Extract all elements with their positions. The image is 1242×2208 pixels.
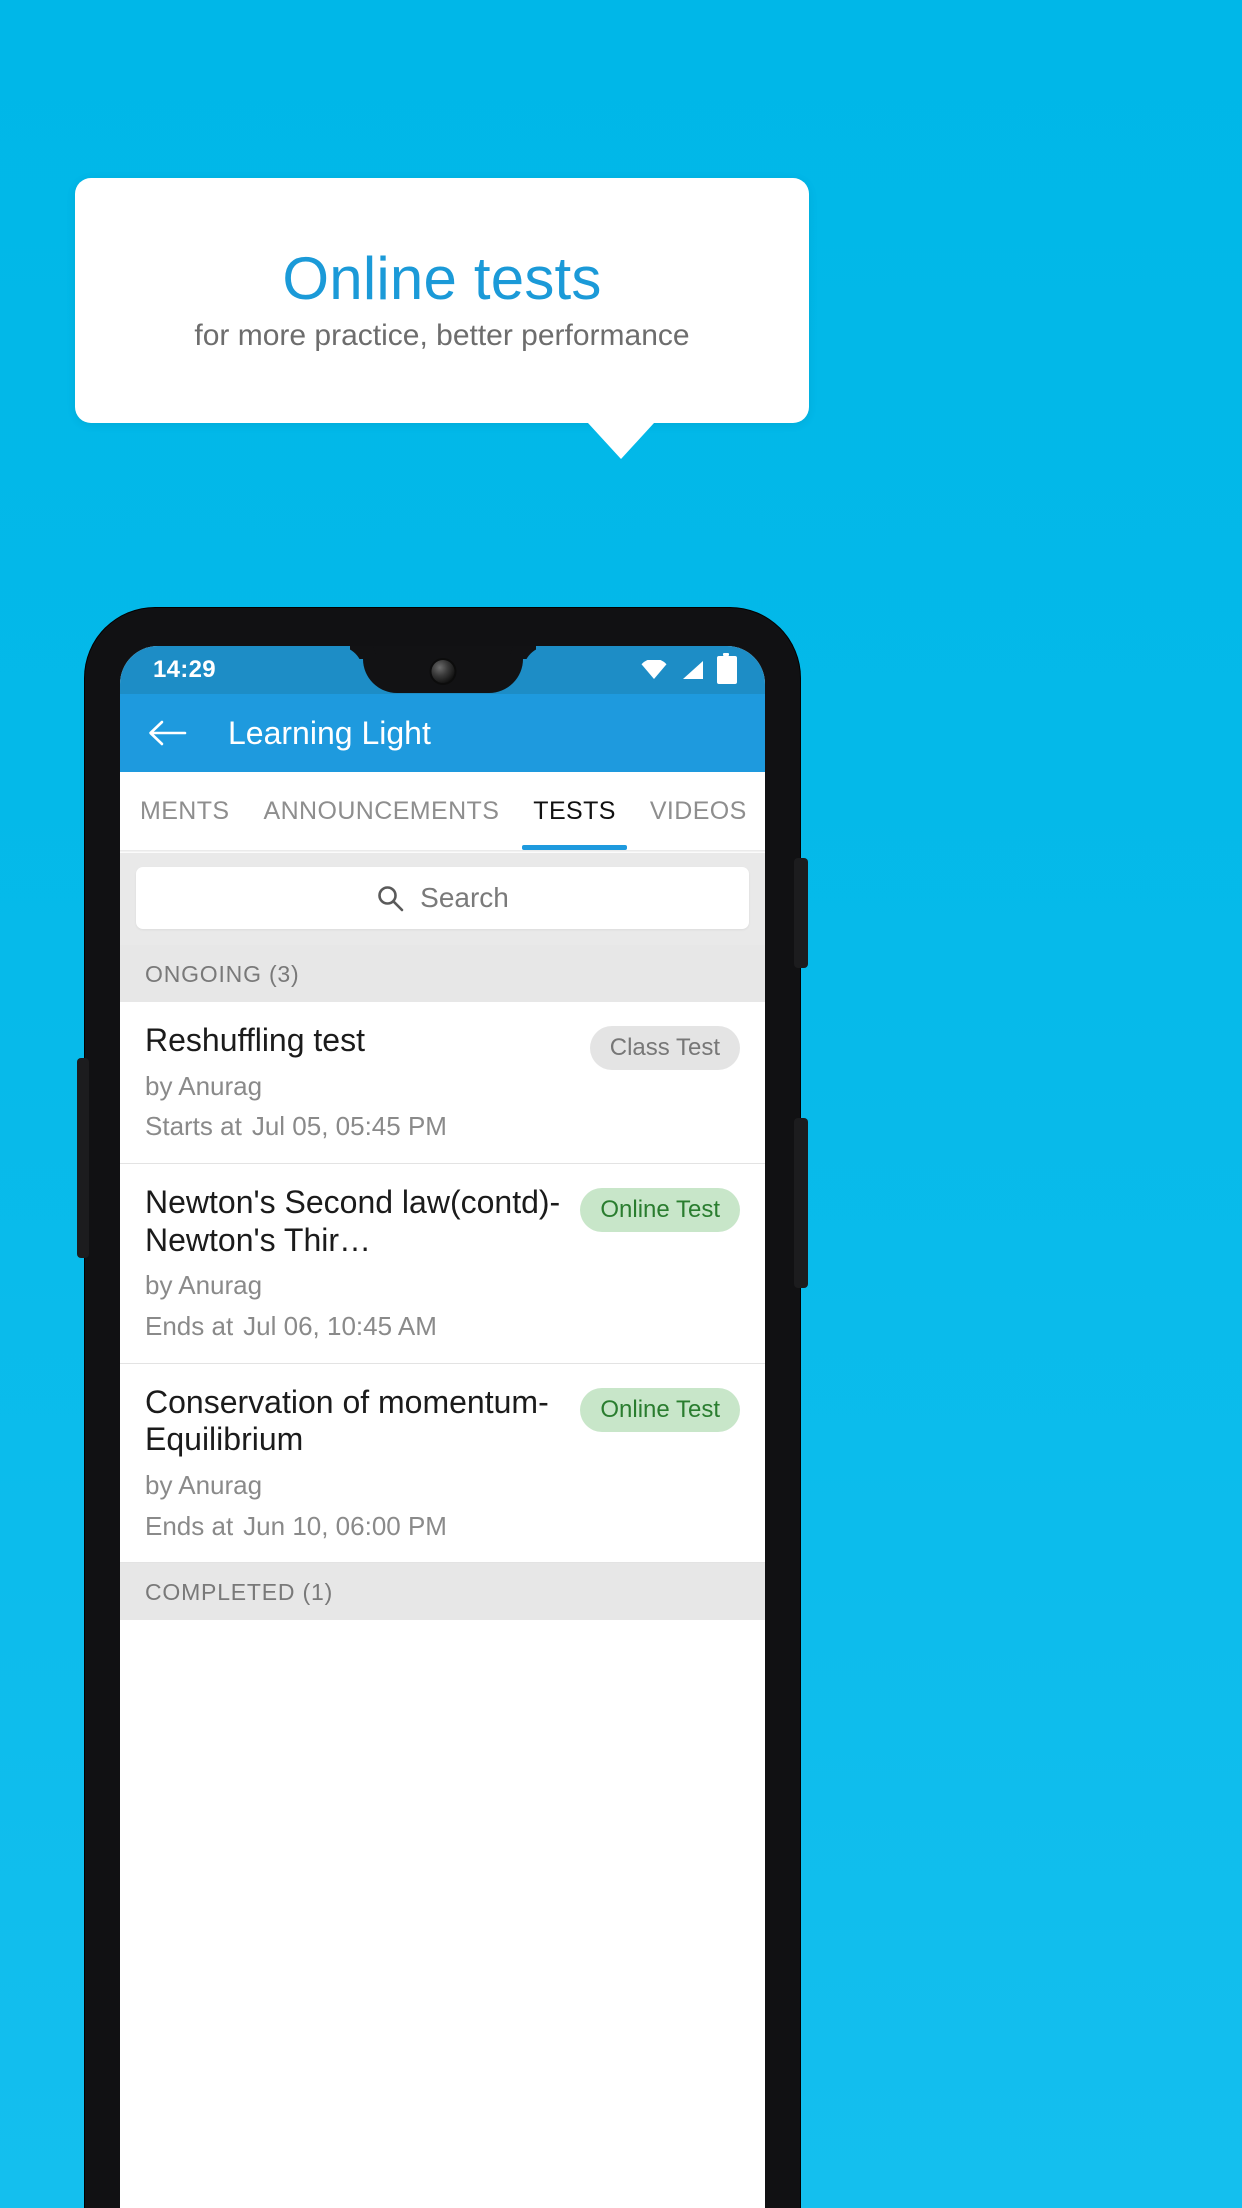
promo-callout-card: Online tests for more practice, better p…	[75, 178, 809, 423]
phone-side-button-left	[77, 1058, 89, 1258]
phone-power-button	[794, 858, 808, 968]
tab-tests[interactable]: TESTS	[516, 772, 633, 850]
phone-volume-button	[794, 1118, 808, 1288]
test-author: by Anurag	[145, 1070, 263, 1101]
test-time-value: Jun 10, 06:00 PM	[243, 1510, 447, 1541]
status-clock: 14:29	[153, 656, 216, 683]
status-badge: Online Test	[580, 1387, 740, 1432]
test-item-main: Newton's Second law(contd)-Newton's Thir…	[145, 1184, 580, 1341]
test-list-item[interactable]: Reshuffling test by Anurag Starts at Jul …	[120, 1002, 765, 1164]
section-header-ongoing: ONGOING (3)	[120, 945, 765, 1002]
test-time: Ends at Jun 10, 06:00 PM	[145, 1510, 566, 1541]
promo-subtitle: for more practice, better performance	[194, 319, 690, 352]
status-badge: Class Test	[589, 1026, 740, 1070]
phone-mockup: 14:29 Learning Light MENTS ANNOUNCEMENTS…	[77, 608, 808, 2208]
search-input[interactable]: Search	[136, 867, 749, 929]
battery-icon	[717, 653, 737, 684]
tab-bar: MENTS ANNOUNCEMENTS TESTS VIDEOS	[120, 772, 765, 850]
test-title: Newton's Second law(contd)-Newton's Thir…	[145, 1183, 561, 1258]
phone-screen: 14:29 Learning Light MENTS ANNOUNCEMENTS…	[120, 646, 765, 2208]
app-bar: Learning Light	[120, 694, 765, 772]
test-time-label: Starts at	[145, 1111, 242, 1142]
test-time: Starts at Jul 05, 05:45 PM	[145, 1112, 576, 1141]
promo-title: Online tests	[282, 245, 602, 312]
search-icon	[376, 884, 404, 912]
test-time-label: Ends at	[145, 1510, 234, 1541]
tests-content: Search ONGOING (3) Reshuffling test by A…	[120, 853, 765, 1621]
tab-videos[interactable]: VIDEOS	[633, 772, 764, 850]
tab-announcements[interactable]: ANNOUNCEMENTS	[247, 772, 517, 850]
back-arrow-icon[interactable]	[146, 712, 188, 754]
page-title: Learning Light	[228, 715, 431, 751]
test-author: by Anurag	[145, 1470, 263, 1501]
test-time-label: Ends at	[145, 1311, 234, 1342]
test-time: Ends at Jul 06, 10:45 AM	[145, 1312, 566, 1341]
test-item-main: Reshuffling test by Anurag Starts at Jul …	[145, 1022, 590, 1141]
status-bar: 14:29	[120, 646, 765, 694]
test-title: Reshuffling test	[145, 1022, 365, 1058]
tab-ments[interactable]: MENTS	[120, 772, 247, 850]
promo-stage: Online tests for more practice, better p…	[0, 0, 1242, 2208]
front-camera-icon	[431, 660, 454, 683]
search-placeholder: Search	[420, 882, 509, 913]
test-list-item[interactable]: Newton's Second law(contd)-Newton's Thir…	[120, 1163, 765, 1364]
test-author: by Anurag	[145, 1270, 263, 1301]
wifi-icon	[641, 660, 667, 680]
status-badge: Online Test	[580, 1187, 740, 1232]
callout-pointer-triangle	[588, 423, 654, 459]
search-area: Search	[120, 853, 765, 945]
test-title: Conservation of momentum-Equilibrium	[145, 1383, 549, 1458]
test-time-value: Jul 06, 10:45 AM	[243, 1311, 437, 1342]
test-list-item[interactable]: Conservation of momentum-Equilibrium by …	[120, 1363, 765, 1564]
test-time-value: Jul 05, 05:45 PM	[251, 1111, 447, 1142]
test-item-main: Conservation of momentum-Equilibrium by …	[145, 1384, 580, 1541]
status-icon-group	[641, 653, 737, 684]
section-header-completed: COMPLETED (1)	[120, 1563, 765, 1621]
signal-icon	[680, 660, 704, 680]
